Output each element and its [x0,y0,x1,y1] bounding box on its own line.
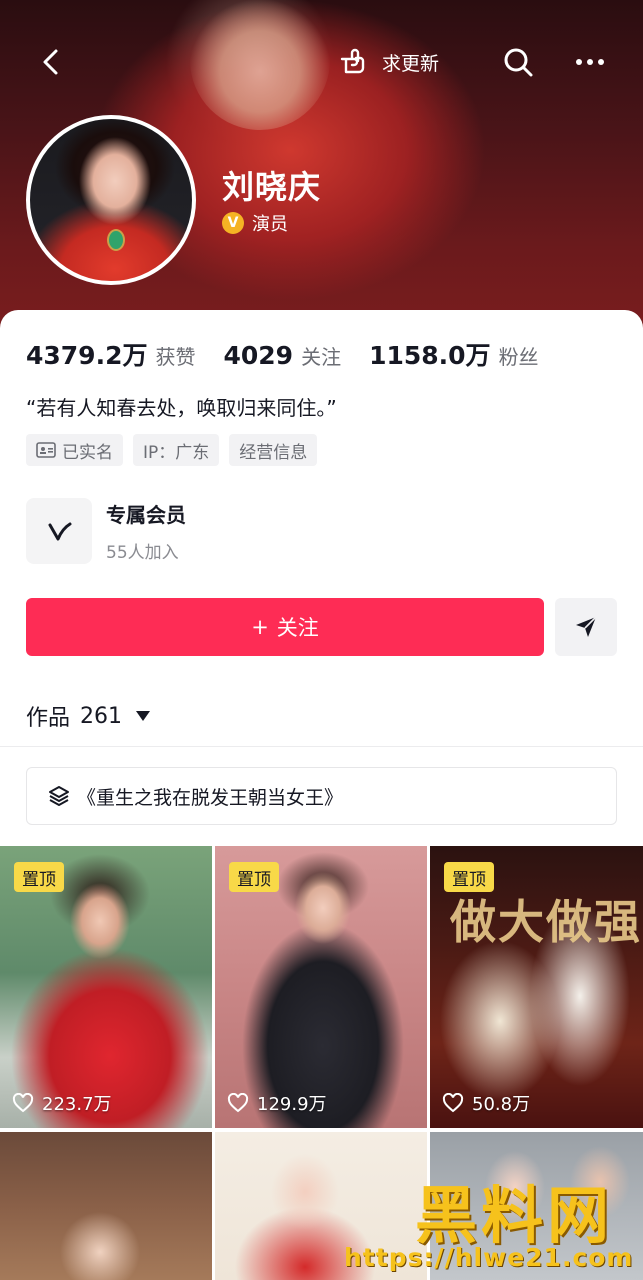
site-watermark: 黑料网 https://hlwe21.com [330,1165,643,1280]
tag-label: 已实名 [62,442,113,463]
request-update-label: 求更新 [382,52,440,75]
verification-label: 演员 [252,214,288,235]
membership-title: 专属会员 [106,503,186,527]
works-tab[interactable]: 作品 261 [26,700,151,732]
membership-subtitle: 55人加入 [106,543,179,563]
membership-logo-icon [26,498,92,564]
search-icon [504,48,533,77]
back-button[interactable] [34,44,70,80]
video-likes: 129.9万 [227,1090,327,1116]
likes-count: 50.8万 [472,1094,531,1115]
section-divider [0,746,643,747]
request-update-button[interactable]: 求更新 [338,44,439,80]
avatar-pendant [107,229,125,251]
tag-label: IP：广东 [143,442,210,463]
collection-entry[interactable]: 《重生之我在脱发王朝当女王》 [26,767,617,825]
video-tile[interactable]: 做大做强 置顶 50.8万 [430,846,643,1128]
more-button[interactable] [572,44,608,80]
stat-label: 粉丝 [498,345,539,369]
stat-label: 关注 [301,345,342,369]
top-bar: 求更新 [0,30,643,94]
stat-following[interactable]: 4029 关注 [223,341,341,370]
chevron-left-icon [43,49,58,75]
stat-value: 4029 [223,341,294,370]
heart-icon [442,1093,464,1113]
stat-likes[interactable]: 4379.2万 获赞 [26,336,195,372]
tag-label: 经营信息 [239,442,308,463]
watermark-title: 黑料网 [415,1179,614,1252]
caret-down-icon [136,711,151,721]
video-cover-text: 做大做强 [450,895,642,949]
follow-label: 关注 [276,616,319,640]
paper-plane-icon [576,616,597,637]
stats-row: 4379.2万 获赞 4029 关注 1158.0万 粉丝 [26,336,567,372]
profile-name: 刘晓庆 [222,168,322,206]
stat-label: 获赞 [155,345,196,369]
tag-business-info[interactable]: 经营信息 [229,434,318,466]
avatar[interactable] [26,115,196,285]
video-tile[interactable]: 置顶 223.7万 [0,846,212,1128]
works-label: 作品 [26,706,71,731]
stat-followers[interactable]: 1158.0万 粉丝 [369,336,538,372]
pinned-badge: 置顶 [444,862,494,892]
likes-count: 223.7万 [42,1094,112,1115]
tag-ip-location: IP：广东 [133,434,220,466]
collection-title: 《重生之我在脱发王朝当女王》 [77,786,344,809]
pinned-badge: 置顶 [14,862,64,892]
verified-badge-icon: V [222,212,244,234]
video-tile[interactable] [0,1132,212,1280]
stat-value: 1158.0万 [369,341,491,370]
heart-icon [12,1093,34,1113]
layers-icon [49,786,69,806]
profile-bio: “若有人知春去处，唤取归来同住。” [26,396,337,420]
follow-button[interactable]: + 关注 [26,598,544,656]
membership-entry[interactable]: 专属会员 55人加入 [26,498,186,564]
send-message-button[interactable] [555,598,617,656]
heart-icon [227,1093,249,1113]
likes-count: 129.9万 [257,1094,327,1115]
stat-value: 4379.2万 [26,341,148,370]
search-button[interactable] [500,44,536,80]
pinned-badge: 置顶 [229,862,279,892]
profile-tags: 已实名 IP：广东 经营信息 [26,434,318,466]
video-likes: 223.7万 [12,1090,112,1116]
more-dots-icon [576,59,604,65]
works-count: 261 [80,703,123,729]
video-likes: 50.8万 [442,1090,530,1116]
video-tile[interactable]: 置顶 129.9万 [215,846,427,1128]
profile-card: 4379.2万 获赞 4029 关注 1158.0万 粉丝 “若有人知春去处，唤… [0,310,643,750]
hand-point-icon [340,48,365,74]
tag-verified-identity[interactable]: 已实名 [26,434,123,466]
plus-icon: + [251,615,269,639]
watermark-url: https://hlwe21.com [344,1243,634,1272]
verification-row: V 演员 [222,210,288,236]
id-card-icon [36,442,56,458]
membership-text: 专属会员 55人加入 [106,499,186,563]
